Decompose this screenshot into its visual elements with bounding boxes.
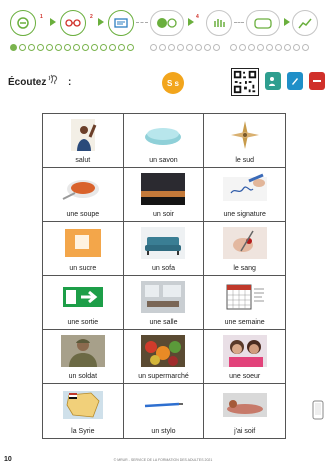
- progress-step-desk-icon: [108, 10, 134, 36]
- sofa-icon: [141, 227, 186, 259]
- blood-drop-icon: [222, 227, 267, 259]
- produce-icon: [141, 335, 186, 367]
- footer-credit: © MRUR - SERVICE DE LA FORMATION DES ADU…: [113, 458, 213, 462]
- vocab-word: une soupe: [66, 211, 100, 218]
- signing-hand-icon: [222, 173, 267, 201]
- vocab-cell: un sucre: [43, 222, 124, 276]
- qr-code-icon[interactable]: [231, 68, 259, 96]
- progress-step-chat-icon: [246, 10, 280, 36]
- ear-icon: [48, 74, 58, 85]
- vocab-cell: une soeur: [204, 330, 285, 384]
- progress-step-glasses-icon: [60, 10, 86, 36]
- vocab-word: un soldat: [68, 373, 98, 380]
- evening-sky-icon: [141, 173, 186, 205]
- vocab-word: la Syrie: [71, 428, 95, 435]
- progress-step-current-icon: [150, 10, 184, 36]
- vocab-word: un soir: [152, 211, 174, 218]
- soldier-icon: [60, 335, 105, 367]
- phone-icon: [312, 400, 324, 420]
- vocab-cell: une signature: [204, 168, 285, 222]
- vocab-word: le sang: [233, 265, 256, 272]
- calendar-icon: [226, 284, 264, 310]
- lesson-progress-strip: 1 2 4: [10, 6, 318, 42]
- man-waving-icon: [70, 119, 97, 151]
- room-icon: [141, 281, 186, 313]
- exit-sign-icon: [62, 287, 103, 307]
- vocab-word: un supermarché: [138, 373, 189, 380]
- progress-step-listen-icon: [10, 10, 36, 36]
- exercise-app-button[interactable]: [287, 72, 303, 90]
- thirsty-person-icon: [222, 393, 267, 417]
- vocab-word: un savon: [149, 157, 178, 164]
- vocab-word: une soeur: [229, 373, 261, 380]
- soup-bowl-icon: [62, 180, 99, 200]
- vocab-word: j'ai soif: [234, 428, 256, 435]
- vocab-word: le sud: [235, 157, 254, 164]
- sisters-icon: [222, 335, 267, 367]
- pen-icon: [145, 402, 184, 408]
- vocab-cell: une soupe: [43, 168, 124, 222]
- pencil-icon: [292, 78, 298, 85]
- soap-icon: [145, 128, 182, 145]
- vocab-word: salut: [75, 157, 91, 164]
- syria-map-icon: [62, 391, 103, 419]
- progress-step-chart-icon: [292, 10, 318, 36]
- vocab-word: un stylo: [151, 428, 176, 435]
- vocab-word: une salle: [149, 319, 178, 326]
- vocab-cell: une sortie: [43, 276, 124, 330]
- vocab-cell: un stylo: [124, 384, 205, 438]
- vocab-cell: la Syrie: [43, 384, 124, 438]
- listen-label: Écoutez: [8, 77, 46, 88]
- vocab-cell: le sang: [204, 222, 285, 276]
- minus-icon: [313, 80, 321, 82]
- vocab-cell: le sud: [204, 114, 285, 168]
- vocab-cell: un soldat: [43, 330, 124, 384]
- audio-app-button[interactable]: [265, 72, 281, 90]
- vocabulary-grid: salut un savon le sud une soupe un soir: [42, 113, 286, 439]
- vocab-cell: salut: [43, 114, 124, 168]
- video-app-button[interactable]: [309, 72, 325, 90]
- listen-colon: :: [68, 77, 72, 88]
- vocab-word: une sortie: [67, 319, 99, 326]
- sugar-cube-icon: [64, 229, 101, 257]
- sound-badge: S s: [162, 72, 184, 94]
- person-speaking-icon: [269, 77, 275, 86]
- vocab-cell: une salle: [123, 276, 205, 330]
- vocab-cell: une semaine: [204, 276, 285, 330]
- vocab-word: un sofa: [152, 265, 175, 272]
- vocab-cell: un savon: [123, 114, 205, 168]
- vocab-cell: un sofa: [123, 222, 205, 276]
- vocab-word: un sucre: [69, 265, 97, 272]
- vocab-word: une semaine: [224, 319, 265, 326]
- vocab-cell: un supermarché: [123, 330, 205, 384]
- vocab-cell: j'ai soif: [204, 384, 285, 438]
- progress-step-hand-icon: [206, 10, 232, 36]
- compass-icon: [230, 121, 259, 149]
- lesson-dots-row: [10, 44, 316, 52]
- listen-label-text: Écoutez: [8, 77, 47, 88]
- vocab-cell: un soir: [123, 168, 205, 222]
- sound-badge-label: S s: [166, 78, 179, 88]
- vocab-word: une signature: [223, 211, 266, 218]
